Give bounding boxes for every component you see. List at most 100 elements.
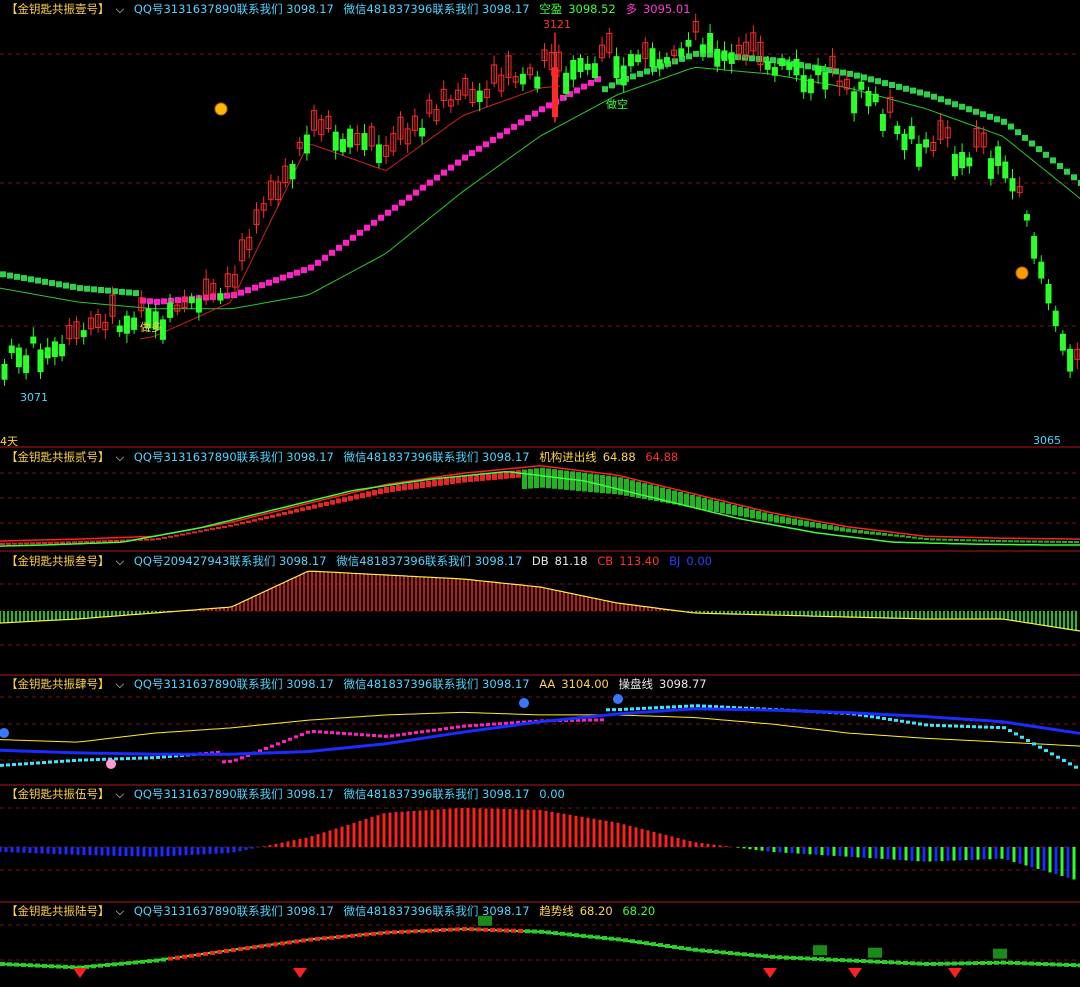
down-arrow-icon	[848, 968, 862, 978]
panel2-bar	[954, 538, 959, 541]
panel2-bar	[516, 470, 521, 478]
panel-title[interactable]: 【金钥匙共振贰号】	[6, 450, 110, 464]
trend-block	[1050, 962, 1055, 967]
candle-body	[822, 72, 829, 90]
candle-body	[131, 317, 138, 330]
panel4-block	[912, 721, 916, 725]
trend-block	[560, 94, 566, 101]
candle-body	[649, 48, 656, 67]
candle-body	[663, 57, 670, 64]
trend-block	[189, 953, 194, 958]
panel2-bar	[912, 536, 917, 539]
candle-body	[728, 52, 735, 64]
trend-block	[56, 281, 62, 288]
panel2-bar	[204, 529, 209, 532]
trend-block	[889, 81, 895, 88]
panel4-block	[480, 723, 484, 727]
trend-block	[308, 264, 314, 271]
candle-body	[779, 58, 786, 67]
panel2-bar	[540, 467, 545, 488]
panel4-block	[924, 723, 928, 727]
dropdown-icon[interactable]: ⌵	[116, 2, 125, 16]
trend-block	[637, 70, 643, 77]
trend-block	[483, 141, 489, 148]
panel4-block	[624, 707, 628, 711]
panel2-bar	[294, 508, 299, 513]
panel4-block	[894, 718, 898, 722]
trend-block	[259, 282, 265, 289]
chart-stage	[0, 13, 1080, 978]
dropdown-icon[interactable]: ⌵	[116, 450, 125, 464]
trend-block	[903, 960, 908, 965]
panel4-block	[126, 757, 130, 761]
trend-block	[7, 272, 13, 279]
panel2-bar	[720, 502, 725, 514]
candle-body	[613, 56, 620, 78]
trend-block	[105, 287, 111, 294]
candle-body	[865, 90, 872, 107]
panel4-block	[24, 762, 28, 766]
extra-4: BJ	[669, 554, 681, 568]
candle-body	[303, 134, 310, 154]
panel4-block	[996, 726, 1000, 730]
panel2-bar	[456, 476, 461, 484]
trend-block	[525, 115, 531, 122]
panel-title[interactable]: 【金钥匙共振伍号】	[6, 787, 110, 801]
trend-block	[924, 961, 929, 966]
high-candle	[552, 67, 558, 118]
extra-1: 3098.52	[568, 2, 616, 16]
trend-block	[294, 939, 299, 944]
trend-block	[434, 928, 439, 933]
candle-body	[1067, 348, 1074, 372]
trend-block	[154, 298, 160, 305]
extra-0: AA	[539, 677, 556, 691]
panel2-bar	[444, 477, 449, 485]
panel2-bar	[192, 531, 197, 534]
trend-block	[742, 54, 748, 61]
trend-block	[161, 298, 167, 305]
candle-body	[923, 139, 930, 148]
trend-block	[266, 279, 272, 286]
dropdown-icon[interactable]: ⌵	[116, 554, 125, 568]
panel2-bar	[102, 540, 107, 543]
panel2-bar	[30, 542, 35, 545]
panel2-bar	[282, 511, 287, 516]
candle-body	[361, 133, 368, 151]
dropdown-icon[interactable]: ⌵	[116, 677, 125, 691]
panel4-block	[306, 730, 310, 734]
panel-title[interactable]: 【金钥匙共振肆号】	[6, 677, 110, 691]
panel-title[interactable]: 【金钥匙共振壹号】	[6, 2, 110, 16]
dropdown-icon[interactable]: ⌵	[116, 904, 125, 918]
low-price-label-left: 3071	[20, 391, 48, 404]
trend-block	[826, 957, 831, 962]
trend-block	[665, 944, 670, 949]
panel2-bar	[336, 498, 341, 504]
panel2-bar	[96, 540, 101, 543]
trend-block	[385, 209, 391, 216]
candle-body	[966, 157, 973, 167]
extra-2: 64.88	[645, 450, 679, 464]
trend-block	[805, 956, 810, 961]
panel-title[interactable]: 【金钥匙共振叁号】	[6, 554, 110, 568]
panel4-block	[378, 734, 382, 738]
panel2-bar	[324, 501, 329, 506]
trend-block	[1022, 134, 1028, 141]
panel2-bar	[846, 528, 851, 533]
ma-line	[0, 66, 1080, 310]
candle-body	[1, 363, 8, 380]
trend-block	[840, 958, 845, 963]
face-icon	[613, 694, 623, 704]
panel2-bar	[366, 491, 371, 497]
trend-block	[938, 961, 943, 966]
panel4-block	[240, 756, 244, 760]
panel4-block	[324, 730, 328, 734]
dropdown-icon[interactable]: ⌵	[116, 787, 125, 801]
panel-2-header: 【金钥匙共振贰号】 ⌵ QQ号3131637890联系我们 3098.17 微信4…	[6, 450, 684, 464]
trend-block	[833, 68, 839, 75]
panel-title[interactable]: 【金钥匙共振陆号】	[6, 904, 110, 918]
panel2-bar	[240, 522, 245, 525]
panel4-block	[1044, 749, 1048, 753]
panel2-bar	[858, 530, 863, 534]
trend-block	[1064, 962, 1069, 967]
panel4-block	[402, 732, 406, 736]
